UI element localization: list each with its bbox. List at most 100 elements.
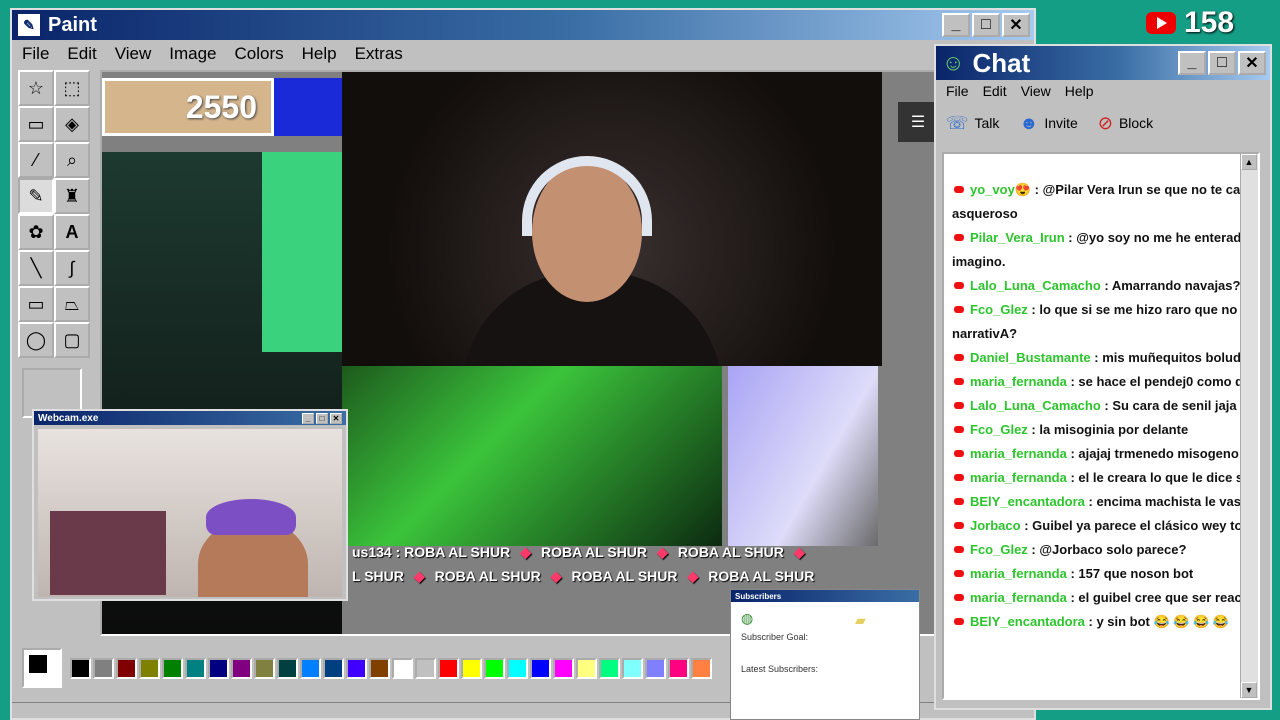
chat-username[interactable]: maria_fernanda [970, 470, 1067, 485]
maximize-button[interactable]: □ [972, 13, 1000, 37]
close-button[interactable]: ✕ [1002, 13, 1030, 37]
palette-swatch[interactable] [507, 657, 528, 679]
chat-username[interactable]: maria_fernanda [970, 374, 1067, 389]
chat-username[interactable]: maria_fernanda [970, 590, 1067, 605]
palette-swatch[interactable] [323, 657, 344, 679]
pencil-icon[interactable]: ✎ [18, 178, 54, 214]
text-icon[interactable]: A [54, 214, 90, 250]
maximize-button[interactable]: □ [316, 412, 328, 424]
rounded-rect-icon[interactable]: ▢ [54, 322, 90, 358]
ellipse-icon[interactable]: ◯ [18, 322, 54, 358]
maximize-button[interactable]: □ [1208, 51, 1236, 75]
chat-username[interactable]: yo_voy😍 [970, 182, 1031, 197]
palette-swatch[interactable] [438, 657, 459, 679]
scroll-down-icon[interactable]: ▼ [1241, 682, 1257, 698]
webcam-titlebar[interactable]: Webcam.exe _ □ ✕ [34, 411, 346, 425]
palette-swatch[interactable] [185, 657, 206, 679]
fill-bucket-icon[interactable]: ◈ [54, 106, 90, 142]
line-icon[interactable]: ╲ [18, 250, 54, 286]
chat-menu-edit[interactable]: Edit [983, 83, 1007, 99]
brush-icon[interactable]: ♜ [54, 178, 90, 214]
palette-swatch[interactable] [415, 657, 436, 679]
chat-log[interactable]: yo_voy😍 : @Pilar Vera Irun se que no te … [942, 152, 1260, 700]
palette-swatch[interactable] [346, 657, 367, 679]
invite-button[interactable]: ☻ Invite [1019, 113, 1077, 134]
chat-username[interactable]: Jorbaco [970, 518, 1021, 533]
palette-swatch[interactable] [530, 657, 551, 679]
menu-extras[interactable]: Extras [355, 44, 403, 64]
color-picker-icon[interactable]: ⁄ [18, 142, 54, 178]
block-button[interactable]: ⊘ Block [1098, 113, 1153, 134]
talk-button[interactable]: ☏ Talk [946, 113, 999, 134]
palette-swatch[interactable] [668, 657, 689, 679]
chat-username[interactable]: Daniel_Bustamante [970, 350, 1091, 365]
chat-scrollbar[interactable]: ▲ ▼ [1240, 154, 1258, 698]
palette-swatch[interactable] [645, 657, 666, 679]
chat-username[interactable]: Lalo_Luna_Camacho [970, 398, 1101, 413]
chat-username[interactable]: Lalo_Luna_Camacho [970, 278, 1101, 293]
chat-username[interactable]: BElY_encantadora [970, 614, 1085, 629]
chat-menu-help[interactable]: Help [1065, 83, 1094, 99]
palette-swatch[interactable] [277, 657, 298, 679]
palette-swatch[interactable] [691, 657, 712, 679]
eraser-icon[interactable]: ▭ [18, 106, 54, 142]
palette-swatch[interactable] [254, 657, 275, 679]
minimize-button[interactable]: _ [942, 13, 970, 37]
chat-message: maria_fernanda : se hace el pendej0 como… [952, 370, 1258, 394]
palette-swatch[interactable] [622, 657, 643, 679]
chat-title: Chat [972, 47, 1031, 78]
palette-swatch[interactable] [208, 657, 229, 679]
palette-swatch[interactable] [461, 657, 482, 679]
chat-username[interactable]: Pilar_Vera_Irun [970, 230, 1065, 245]
palette-swatch[interactable] [162, 657, 183, 679]
chat-menu-view[interactable]: View [1021, 83, 1051, 99]
palette-swatch[interactable] [116, 657, 137, 679]
menu-help[interactable]: Help [302, 44, 337, 64]
youtube-icon [954, 354, 964, 361]
chat-username[interactable]: Fco_Glez [970, 542, 1028, 557]
rectangle-icon[interactable]: ▭ [18, 286, 54, 322]
chat-username[interactable]: maria_fernanda [970, 446, 1067, 461]
palette-swatch[interactable] [599, 657, 620, 679]
free-select-icon[interactable]: ☆ [18, 70, 54, 106]
menu-view[interactable]: View [115, 44, 152, 64]
chat-username[interactable]: maria_fernanda [970, 566, 1067, 581]
current-colors[interactable] [22, 648, 62, 688]
subscribers-titlebar[interactable]: Subscribers [731, 590, 919, 602]
palette-swatch[interactable] [392, 657, 413, 679]
paint-titlebar[interactable]: ✎ Paint _ □ ✕ [12, 10, 1034, 40]
palette-swatch[interactable] [553, 657, 574, 679]
menu-colors[interactable]: Colors [235, 44, 284, 64]
chat-username[interactable]: BElY_encantadora [970, 494, 1085, 509]
chat-menu-file[interactable]: File [946, 83, 969, 99]
airbrush-icon[interactable]: ✿ [18, 214, 54, 250]
palette-swatch[interactable] [576, 657, 597, 679]
palette-swatch[interactable] [139, 657, 160, 679]
chat-text: : la misoginia por delante [1031, 422, 1189, 437]
close-button[interactable]: ✕ [1238, 51, 1266, 75]
chat-titlebar[interactable]: ☺ Chat _ □ ✕ [936, 46, 1270, 80]
palette-swatch[interactable] [70, 657, 91, 679]
side-panel-button[interactable]: ☰ [898, 102, 934, 142]
curve-icon[interactable]: ∫ [54, 250, 90, 286]
palette-swatch[interactable] [484, 657, 505, 679]
menu-image[interactable]: Image [169, 44, 216, 64]
polygon-icon[interactable]: ⏢ [54, 286, 90, 322]
palette-swatch[interactable] [231, 657, 252, 679]
minimize-button[interactable]: _ [302, 412, 314, 424]
menu-edit[interactable]: Edit [67, 44, 96, 64]
heart-icon: ◆ [687, 568, 699, 584]
chat-username[interactable]: Fco_Glez [970, 302, 1028, 317]
close-button[interactable]: ✕ [330, 412, 342, 424]
palette-swatch[interactable] [93, 657, 114, 679]
chat-username[interactable]: Fco_Glez [970, 422, 1028, 437]
palette-swatch[interactable] [300, 657, 321, 679]
chat-message: Daniel_Bustamante : mis muñequitos bolud… [952, 346, 1258, 370]
palette-swatch[interactable] [369, 657, 390, 679]
headset-icon [522, 156, 652, 236]
magnifier-icon[interactable]: ⌕ [54, 142, 90, 178]
minimize-button[interactable]: _ [1178, 51, 1206, 75]
rect-select-icon[interactable]: ⬚ [54, 70, 90, 106]
scroll-up-icon[interactable]: ▲ [1241, 154, 1257, 170]
menu-file[interactable]: File [22, 44, 49, 64]
